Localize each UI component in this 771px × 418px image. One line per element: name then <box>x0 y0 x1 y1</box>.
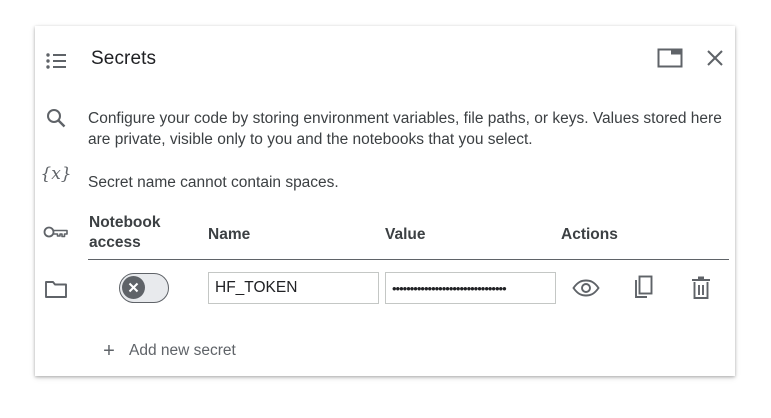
panel-description: Configure your code by storing environme… <box>88 110 722 148</box>
panel-title: Secrets <box>91 48 157 69</box>
variables-icon[interactable]: {x} <box>40 159 71 189</box>
open-in-tab-button[interactable] <box>655 43 685 73</box>
search-icon[interactable] <box>41 103 71 133</box>
delete-secret-button[interactable] <box>686 273 716 303</box>
header-value: Value <box>385 226 426 243</box>
x-icon <box>128 282 139 293</box>
eye-icon <box>572 279 600 297</box>
side-rail: {x} <box>35 26 79 376</box>
add-new-secret-button[interactable]: + Add new secret <box>99 339 236 363</box>
folder-icon[interactable] <box>41 274 71 304</box>
show-value-button[interactable] <box>571 273 601 303</box>
secret-value-input[interactable] <box>385 272 556 304</box>
header-actions: Actions <box>561 226 618 243</box>
key-icon[interactable] <box>41 217 71 247</box>
close-button[interactable] <box>700 43 730 73</box>
secret-name-input[interactable] <box>208 272 379 304</box>
trash-icon <box>692 276 710 299</box>
copy-value-button[interactable] <box>628 273 658 303</box>
toc-icon[interactable] <box>41 46 71 76</box>
copy-icon <box>635 275 653 298</box>
notebook-access-toggle[interactable] <box>119 273 169 303</box>
secrets-panel: {x} Secrets Configure your code by stori… <box>35 26 735 376</box>
plus-icon: + <box>103 340 115 362</box>
toggle-knob <box>122 276 145 299</box>
header-notebook-access: Notebook access <box>89 214 161 251</box>
name-rule-note: Secret name cannot contain spaces. <box>88 174 339 191</box>
table-header-divider <box>88 259 729 260</box>
open-in-tab-icon <box>657 48 683 68</box>
header-name: Name <box>208 226 251 243</box>
close-icon <box>707 50 723 66</box>
